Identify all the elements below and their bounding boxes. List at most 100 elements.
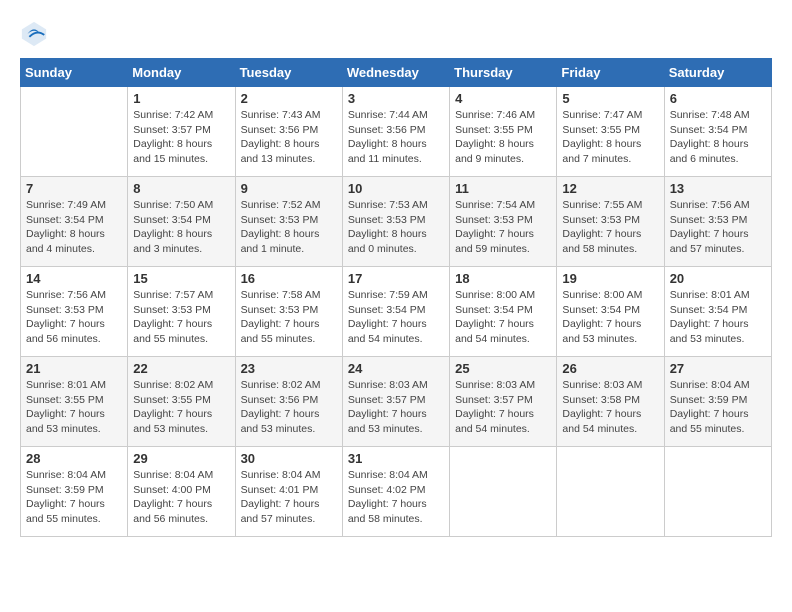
day-cell: 17 Sunrise: 7:59 AM Sunset: 3:54 PM Dayli…	[342, 267, 449, 357]
day-number: 9	[241, 181, 337, 196]
day-info: Sunrise: 7:53 AM Sunset: 3:53 PM Dayligh…	[348, 198, 444, 257]
day-number: 31	[348, 451, 444, 466]
day-number: 2	[241, 91, 337, 106]
day-info: Sunrise: 7:59 AM Sunset: 3:54 PM Dayligh…	[348, 288, 444, 347]
logo-icon	[20, 20, 48, 48]
day-cell: 5 Sunrise: 7:47 AM Sunset: 3:55 PM Daylig…	[557, 87, 664, 177]
day-cell: 1Sunrise: 7:42 AM Sunset: 3:57 PM Daylig…	[128, 87, 235, 177]
calendar-table: SundayMondayTuesdayWednesdayThursdayFrid…	[20, 58, 772, 537]
day-info: Sunrise: 7:48 AM Sunset: 3:54 PM Dayligh…	[670, 108, 766, 167]
day-cell: 8 Sunrise: 7:50 AM Sunset: 3:54 PM Daylig…	[128, 177, 235, 267]
day-cell: 29 Sunrise: 8:04 AM Sunset: 4:00 PM Dayli…	[128, 447, 235, 537]
day-cell: 28 Sunrise: 8:04 AM Sunset: 3:59 PM Dayli…	[21, 447, 128, 537]
day-cell: 30Sunrise: 8:04 AM Sunset: 4:01 PM Dayli…	[235, 447, 342, 537]
day-number: 12	[562, 181, 658, 196]
day-number: 8	[133, 181, 229, 196]
day-cell: 12 Sunrise: 7:55 AM Sunset: 3:53 PM Dayli…	[557, 177, 664, 267]
day-number: 15	[133, 271, 229, 286]
day-cell: 25 Sunrise: 8:03 AM Sunset: 3:57 PM Dayli…	[450, 357, 557, 447]
day-number: 16	[241, 271, 337, 286]
day-number: 23	[241, 361, 337, 376]
day-number: 26	[562, 361, 658, 376]
day-cell: 18Sunrise: 8:00 AM Sunset: 3:54 PM Dayli…	[450, 267, 557, 357]
week-row-5: 28 Sunrise: 8:04 AM Sunset: 3:59 PM Dayli…	[21, 447, 772, 537]
day-number: 20	[670, 271, 766, 286]
day-info: Sunrise: 8:01 AM Sunset: 3:54 PM Dayligh…	[670, 288, 766, 347]
day-cell: 21Sunrise: 8:01 AM Sunset: 3:55 PM Dayli…	[21, 357, 128, 447]
day-cell: 4 Sunrise: 7:46 AM Sunset: 3:55 PM Daylig…	[450, 87, 557, 177]
day-cell: 20 Sunrise: 8:01 AM Sunset: 3:54 PM Dayli…	[664, 267, 771, 357]
day-cell: 14Sunrise: 7:56 AM Sunset: 3:53 PM Dayli…	[21, 267, 128, 357]
day-info: Sunrise: 8:03 AM Sunset: 3:57 PM Dayligh…	[348, 378, 444, 437]
day-number: 19	[562, 271, 658, 286]
col-header-saturday: Saturday	[664, 59, 771, 87]
day-cell: 9 Sunrise: 7:52 AM Sunset: 3:53 PM Daylig…	[235, 177, 342, 267]
day-info: Sunrise: 7:58 AM Sunset: 3:53 PM Dayligh…	[241, 288, 337, 347]
day-number: 22	[133, 361, 229, 376]
day-cell: 11 Sunrise: 7:54 AM Sunset: 3:53 PM Dayli…	[450, 177, 557, 267]
day-info: Sunrise: 7:49 AM Sunset: 3:54 PM Dayligh…	[26, 198, 122, 257]
week-row-1: 1Sunrise: 7:42 AM Sunset: 3:57 PM Daylig…	[21, 87, 772, 177]
day-number: 6	[670, 91, 766, 106]
col-header-sunday: Sunday	[21, 59, 128, 87]
day-cell: 3Sunrise: 7:44 AM Sunset: 3:56 PM Daylig…	[342, 87, 449, 177]
week-row-2: 7Sunrise: 7:49 AM Sunset: 3:54 PM Daylig…	[21, 177, 772, 267]
col-header-wednesday: Wednesday	[342, 59, 449, 87]
day-info: Sunrise: 7:54 AM Sunset: 3:53 PM Dayligh…	[455, 198, 551, 257]
col-header-monday: Monday	[128, 59, 235, 87]
day-cell: 15 Sunrise: 7:57 AM Sunset: 3:53 PM Dayli…	[128, 267, 235, 357]
day-cell: 26 Sunrise: 8:03 AM Sunset: 3:58 PM Dayli…	[557, 357, 664, 447]
day-info: Sunrise: 8:02 AM Sunset: 3:56 PM Dayligh…	[241, 378, 337, 437]
day-number: 17	[348, 271, 444, 286]
day-number: 28	[26, 451, 122, 466]
day-info: Sunrise: 8:00 AM Sunset: 3:54 PM Dayligh…	[562, 288, 658, 347]
day-number: 29	[133, 451, 229, 466]
day-number: 3	[348, 91, 444, 106]
day-info: Sunrise: 7:50 AM Sunset: 3:54 PM Dayligh…	[133, 198, 229, 257]
day-info: Sunrise: 8:04 AM Sunset: 3:59 PM Dayligh…	[26, 468, 122, 527]
week-row-3: 14Sunrise: 7:56 AM Sunset: 3:53 PM Dayli…	[21, 267, 772, 357]
day-cell	[557, 447, 664, 537]
day-cell: 23 Sunrise: 8:02 AM Sunset: 3:56 PM Dayli…	[235, 357, 342, 447]
day-cell: 19 Sunrise: 8:00 AM Sunset: 3:54 PM Dayli…	[557, 267, 664, 357]
day-number: 10	[348, 181, 444, 196]
day-cell: 7Sunrise: 7:49 AM Sunset: 3:54 PM Daylig…	[21, 177, 128, 267]
day-info: Sunrise: 8:01 AM Sunset: 3:55 PM Dayligh…	[26, 378, 122, 437]
day-cell: 31Sunrise: 8:04 AM Sunset: 4:02 PM Dayli…	[342, 447, 449, 537]
day-info: Sunrise: 8:00 AM Sunset: 3:54 PM Dayligh…	[455, 288, 551, 347]
day-info: Sunrise: 8:04 AM Sunset: 4:00 PM Dayligh…	[133, 468, 229, 527]
col-header-thursday: Thursday	[450, 59, 557, 87]
day-cell: 16 Sunrise: 7:58 AM Sunset: 3:53 PM Dayli…	[235, 267, 342, 357]
day-cell: 24 Sunrise: 8:03 AM Sunset: 3:57 PM Dayli…	[342, 357, 449, 447]
day-cell: 2Sunrise: 7:43 AM Sunset: 3:56 PM Daylig…	[235, 87, 342, 177]
day-number: 11	[455, 181, 551, 196]
page-header	[20, 20, 772, 48]
day-info: Sunrise: 8:02 AM Sunset: 3:55 PM Dayligh…	[133, 378, 229, 437]
day-cell	[450, 447, 557, 537]
day-number: 25	[455, 361, 551, 376]
day-number: 27	[670, 361, 766, 376]
day-number: 5	[562, 91, 658, 106]
day-info: Sunrise: 7:52 AM Sunset: 3:53 PM Dayligh…	[241, 198, 337, 257]
day-info: Sunrise: 8:03 AM Sunset: 3:58 PM Dayligh…	[562, 378, 658, 437]
day-number: 24	[348, 361, 444, 376]
day-info: Sunrise: 7:57 AM Sunset: 3:53 PM Dayligh…	[133, 288, 229, 347]
day-info: Sunrise: 7:47 AM Sunset: 3:55 PM Dayligh…	[562, 108, 658, 167]
day-cell: 10 Sunrise: 7:53 AM Sunset: 3:53 PM Dayli…	[342, 177, 449, 267]
week-row-4: 21Sunrise: 8:01 AM Sunset: 3:55 PM Dayli…	[21, 357, 772, 447]
day-info: Sunrise: 7:56 AM Sunset: 3:53 PM Dayligh…	[26, 288, 122, 347]
day-cell: 27Sunrise: 8:04 AM Sunset: 3:59 PM Dayli…	[664, 357, 771, 447]
day-info: Sunrise: 7:55 AM Sunset: 3:53 PM Dayligh…	[562, 198, 658, 257]
day-info: Sunrise: 8:04 AM Sunset: 4:01 PM Dayligh…	[241, 468, 337, 527]
day-info: Sunrise: 8:03 AM Sunset: 3:57 PM Dayligh…	[455, 378, 551, 437]
day-cell: 22 Sunrise: 8:02 AM Sunset: 3:55 PM Dayli…	[128, 357, 235, 447]
day-info: Sunrise: 7:56 AM Sunset: 3:53 PM Dayligh…	[670, 198, 766, 257]
day-info: Sunrise: 7:42 AM Sunset: 3:57 PM Dayligh…	[133, 108, 229, 167]
day-cell: 6 Sunrise: 7:48 AM Sunset: 3:54 PM Daylig…	[664, 87, 771, 177]
day-number: 13	[670, 181, 766, 196]
day-cell	[664, 447, 771, 537]
day-info: Sunrise: 7:46 AM Sunset: 3:55 PM Dayligh…	[455, 108, 551, 167]
day-cell: 13 Sunrise: 7:56 AM Sunset: 3:53 PM Dayli…	[664, 177, 771, 267]
col-header-friday: Friday	[557, 59, 664, 87]
day-number: 4	[455, 91, 551, 106]
